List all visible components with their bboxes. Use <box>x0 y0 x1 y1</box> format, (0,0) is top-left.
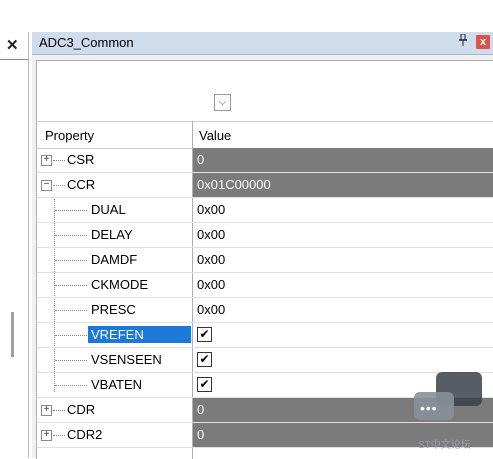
row-name: DELAY <box>91 227 133 242</box>
tree-line <box>55 235 87 237</box>
row-name: CKMODE <box>91 277 149 292</box>
grid-row-vrefen[interactable]: VREFEN ✔ <box>37 323 493 348</box>
panel-splitter[interactable] <box>28 32 29 458</box>
tree-line <box>55 285 87 287</box>
left-panel-close-icon[interactable]: ✕ <box>6 36 19 54</box>
grid-row-vsenseen[interactable]: VSENSEEN ✔ <box>37 348 493 373</box>
grid-row-dual[interactable]: DUAL 0x00 <box>37 198 493 223</box>
row-value-text: 0x00 <box>197 277 226 292</box>
row-value-text: 0x00 <box>197 227 226 242</box>
watermark-chat-icon: ••• <box>412 372 484 432</box>
row-name: DUAL <box>91 202 126 217</box>
tree-line <box>55 260 87 262</box>
property-column-header[interactable]: Property <box>45 128 94 143</box>
tree-line <box>55 385 87 387</box>
row-name: CDR2 <box>67 427 103 442</box>
watermark-dots: ••• <box>420 400 438 416</box>
row-value[interactable]: 0x00 <box>193 198 493 222</box>
row-value[interactable]: ✔ <box>193 348 493 372</box>
close-panel-button[interactable]: x <box>476 35 490 49</box>
tree-line <box>53 185 65 187</box>
row-value[interactable]: 0x00 <box>193 273 493 297</box>
row-value[interactable]: 0x00 <box>193 223 493 247</box>
chevron-down-icon[interactable]: ⌵ <box>214 94 231 111</box>
row-name: CDR <box>67 402 96 417</box>
expand-icon[interactable]: + <box>41 405 52 416</box>
tree-line <box>55 335 87 337</box>
row-value[interactable]: 0x00 <box>193 298 493 322</box>
row-name: CSR <box>67 152 95 167</box>
row-value[interactable]: 0x01C00000 <box>193 173 493 197</box>
watermark-text: ST中文论坛 <box>418 440 471 451</box>
row-value-text: 0x01C00000 <box>197 177 271 192</box>
row-value[interactable]: ✔ <box>193 323 493 347</box>
grid-row-csr[interactable]: + CSR 0 <box>37 148 493 173</box>
vsenseen-checkbox[interactable]: ✔ <box>197 352 212 367</box>
grid-row-presc[interactable]: PRESC 0x00 <box>37 298 493 323</box>
left-panel <box>0 32 28 458</box>
row-value[interactable]: 0x00 <box>193 248 493 272</box>
grid-header: Property Value <box>37 121 493 149</box>
value-column-header[interactable]: Value <box>199 128 231 143</box>
tree-line <box>55 360 87 362</box>
collapse-icon[interactable]: − <box>41 180 52 191</box>
row-value-text: 0x00 <box>197 302 226 317</box>
row-value-text: 0 <box>197 152 205 167</box>
vrefen-checkbox[interactable]: ✔ <box>197 327 212 342</box>
pin-icon[interactable] <box>456 33 470 50</box>
tree-line <box>55 210 87 212</box>
grid-row-ccr[interactable]: − CCR 0x01C00000 <box>37 173 493 198</box>
row-name: PRESC <box>91 302 136 317</box>
row-value-text: 0x00 <box>197 252 226 267</box>
row-name: VBATEN <box>91 377 143 392</box>
left-panel-divider <box>0 59 28 60</box>
row-value-text: 0 <box>197 427 205 442</box>
grid-row-damdf[interactable]: DAMDF 0x00 <box>37 248 493 273</box>
row-name: CCR <box>67 177 96 192</box>
row-name: VSENSEEN <box>91 352 162 367</box>
vbaten-checkbox[interactable]: ✔ <box>197 377 212 392</box>
grid-row-delay[interactable]: DELAY 0x00 <box>37 223 493 248</box>
grid-row-ckmode[interactable]: CKMODE 0x00 <box>37 273 493 298</box>
row-name: DAMDF <box>91 252 138 267</box>
row-name-selected: VREFEN <box>88 326 191 343</box>
expand-icon[interactable]: + <box>41 430 52 441</box>
left-panel-scrollbar[interactable] <box>11 312 14 357</box>
expand-icon[interactable]: + <box>41 155 52 166</box>
panel-titlebar: ADC3_Common x <box>32 32 493 55</box>
pin-icon-graphic <box>459 33 467 46</box>
row-value-text: 0x00 <box>197 202 226 217</box>
row-value-text: 0 <box>197 402 205 417</box>
tree-line <box>53 435 65 437</box>
tree-line <box>53 410 65 412</box>
tree-line <box>55 310 87 312</box>
panel-title: ADC3_Common <box>39 35 134 50</box>
row-value[interactable]: 0 <box>193 148 493 172</box>
tree-line <box>53 160 65 162</box>
